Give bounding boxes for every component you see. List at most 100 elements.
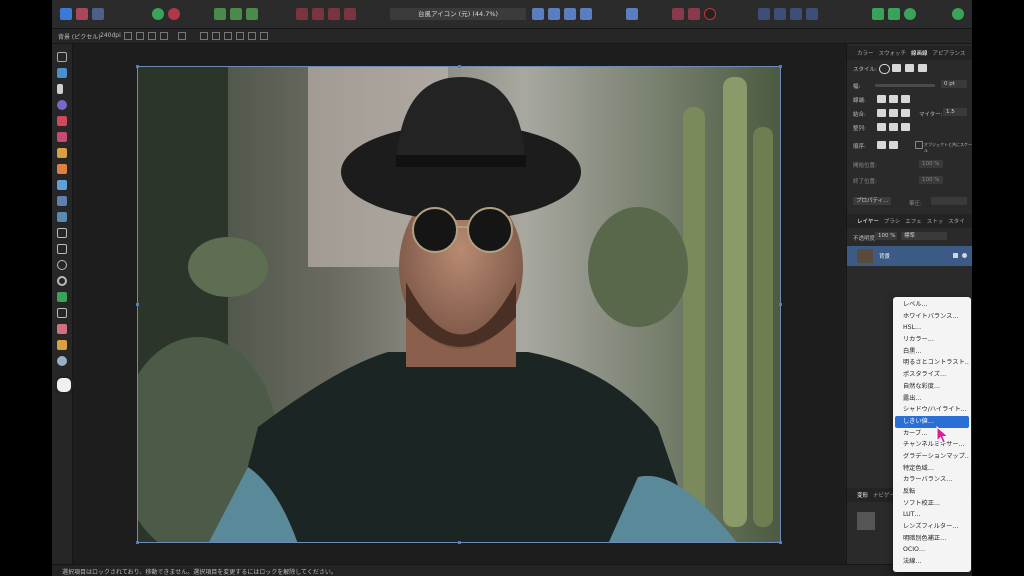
menu-item[interactable]: ポスタライズ… — [895, 369, 969, 381]
tab-stock[interactable]: ストッ — [927, 217, 944, 225]
opacity-field[interactable]: 100 % — [875, 232, 897, 240]
share-icon[interactable] — [888, 8, 900, 20]
selection-handle-tl[interactable] — [136, 65, 139, 68]
selection-handle-bc[interactable] — [458, 541, 461, 544]
menu-item[interactable]: シャドウ/ハイライト… — [895, 404, 969, 416]
selection-handle-tc[interactable] — [458, 65, 461, 68]
paint-brush-tool-icon[interactable] — [57, 132, 67, 142]
brush-tool-icon[interactable] — [57, 164, 67, 174]
quick-mask-icon[interactable] — [296, 8, 308, 20]
user-icon[interactable] — [952, 8, 964, 20]
visibility-icon[interactable] — [962, 253, 967, 258]
align-center-stroke-icon[interactable] — [889, 123, 898, 131]
ruler-tool-icon[interactable] — [57, 340, 67, 350]
dashed-line-icon[interactable] — [905, 64, 914, 72]
snapping-icon[interactable] — [672, 8, 684, 20]
move-front-icon[interactable] — [806, 8, 818, 20]
gradient-tool-icon[interactable] — [57, 212, 67, 222]
eyedropper-tool-icon[interactable] — [57, 324, 67, 334]
selection-handle-bl[interactable] — [136, 541, 139, 544]
deselect-icon[interactable] — [230, 8, 242, 20]
zoom-tool-icon[interactable] — [57, 356, 67, 366]
shape-tool-icon[interactable] — [57, 292, 67, 302]
selection-mode-intersect-icon[interactable] — [344, 8, 356, 20]
round-cap-icon[interactable] — [889, 95, 898, 103]
tab-transform[interactable]: 変形 — [857, 491, 868, 499]
move-backward-icon[interactable] — [774, 8, 786, 20]
layer-row-background[interactable]: 背景 — [847, 246, 972, 266]
transform-snap-icon[interactable] — [160, 32, 168, 40]
menu-item[interactable]: しきい値… — [895, 415, 969, 428]
align-icon[interactable] — [626, 8, 638, 20]
canvas-area[interactable] — [73, 44, 845, 564]
menu-item[interactable]: レンズフィルター… — [895, 521, 969, 533]
export-icon[interactable] — [872, 8, 884, 20]
transform-reset-icon[interactable] — [178, 32, 186, 40]
liquify-persona-icon[interactable] — [76, 8, 88, 20]
selection-mode-add-icon[interactable] — [312, 8, 324, 20]
blend-mode-select[interactable]: 標準 — [901, 232, 947, 240]
align-bottom-icon[interactable] — [260, 32, 268, 40]
invert-selection-icon[interactable] — [246, 8, 258, 20]
menu-item[interactable]: リカラー… — [895, 334, 969, 346]
menu-item[interactable]: 特定色域… — [895, 463, 969, 475]
menu-item[interactable]: カーブ… — [895, 428, 969, 440]
miter-join-icon[interactable] — [877, 109, 886, 117]
node-tool-icon[interactable] — [57, 84, 63, 94]
menu-item[interactable]: 白黒… — [895, 346, 969, 358]
align-middle-icon[interactable] — [248, 32, 256, 40]
butt-cap-icon[interactable] — [877, 95, 886, 103]
menu-item[interactable]: 露出… — [895, 393, 969, 405]
tab-layers[interactable]: レイヤー — [857, 217, 879, 225]
properties-button[interactable]: プロパティ… — [853, 197, 891, 205]
menu-item[interactable]: カラーバランス… — [895, 474, 969, 486]
tab-effects[interactable]: エフェ — [905, 217, 922, 225]
tab-color[interactable]: カラー — [857, 49, 874, 57]
artboard-tool-icon[interactable] — [57, 68, 67, 78]
menu-item[interactable]: OCIO… — [895, 544, 969, 556]
align-outside-icon[interactable] — [901, 123, 910, 131]
publish-icon[interactable] — [904, 8, 916, 20]
start-arrow-scale[interactable]: 100 % — [919, 160, 943, 168]
selection-handle-mr[interactable] — [779, 303, 782, 306]
align-right-icon[interactable] — [224, 32, 232, 40]
fill-color-swatch[interactable] — [55, 376, 73, 394]
menu-item[interactable]: HSL… — [895, 322, 969, 334]
menu-item[interactable]: レベル… — [895, 299, 969, 311]
pencil-tool-icon[interactable] — [57, 148, 67, 158]
selection-handle-ml[interactable] — [136, 303, 139, 306]
color-picker-tool-icon[interactable] — [57, 116, 67, 126]
tab-appearance[interactable]: アピアランス — [933, 49, 966, 57]
menu-item[interactable]: 反転 — [895, 486, 969, 498]
tab-stroke[interactable]: 線画線 — [911, 49, 928, 57]
assistant-icon[interactable] — [168, 8, 180, 20]
square-cap-icon[interactable] — [901, 95, 910, 103]
move-tool-icon[interactable] — [57, 52, 67, 62]
select-all-icon[interactable] — [214, 8, 226, 20]
selection-handle-tr[interactable] — [779, 65, 782, 68]
flip-vertical-icon[interactable] — [548, 8, 560, 20]
pressure-field[interactable] — [931, 197, 967, 205]
menu-item[interactable]: ソフト校正… — [895, 498, 969, 510]
healing-tool-icon[interactable] — [57, 196, 67, 206]
rotate-right-icon[interactable] — [580, 8, 592, 20]
rectangle-tool-icon[interactable] — [57, 244, 67, 254]
menu-item[interactable]: チャンネルミキサー… — [895, 439, 969, 451]
tab-swatches[interactable]: スウォッチ — [879, 49, 907, 57]
lock-icon[interactable] — [953, 253, 958, 258]
texture-line-icon[interactable] — [918, 64, 927, 72]
tab-brushes[interactable]: ブラシ — [884, 217, 900, 225]
develop-persona-icon[interactable] — [92, 8, 104, 20]
align-inside-icon[interactable] — [877, 123, 886, 131]
crop-tool-icon[interactable] — [57, 228, 67, 238]
transform-box-icon[interactable] — [148, 32, 156, 40]
menu-item[interactable]: 明暗別色補正… — [895, 533, 969, 545]
selection-mode-subtract-icon[interactable] — [328, 8, 340, 20]
selection-handle-br[interactable] — [779, 541, 782, 544]
stroke-behind-icon[interactable] — [877, 141, 886, 149]
transform-origin-icon[interactable] — [124, 32, 132, 40]
move-back-icon[interactable] — [758, 8, 770, 20]
transform-mode-icon[interactable] — [136, 32, 144, 40]
snapping-options-icon[interactable] — [688, 8, 700, 20]
record-macro-icon[interactable] — [704, 8, 716, 20]
